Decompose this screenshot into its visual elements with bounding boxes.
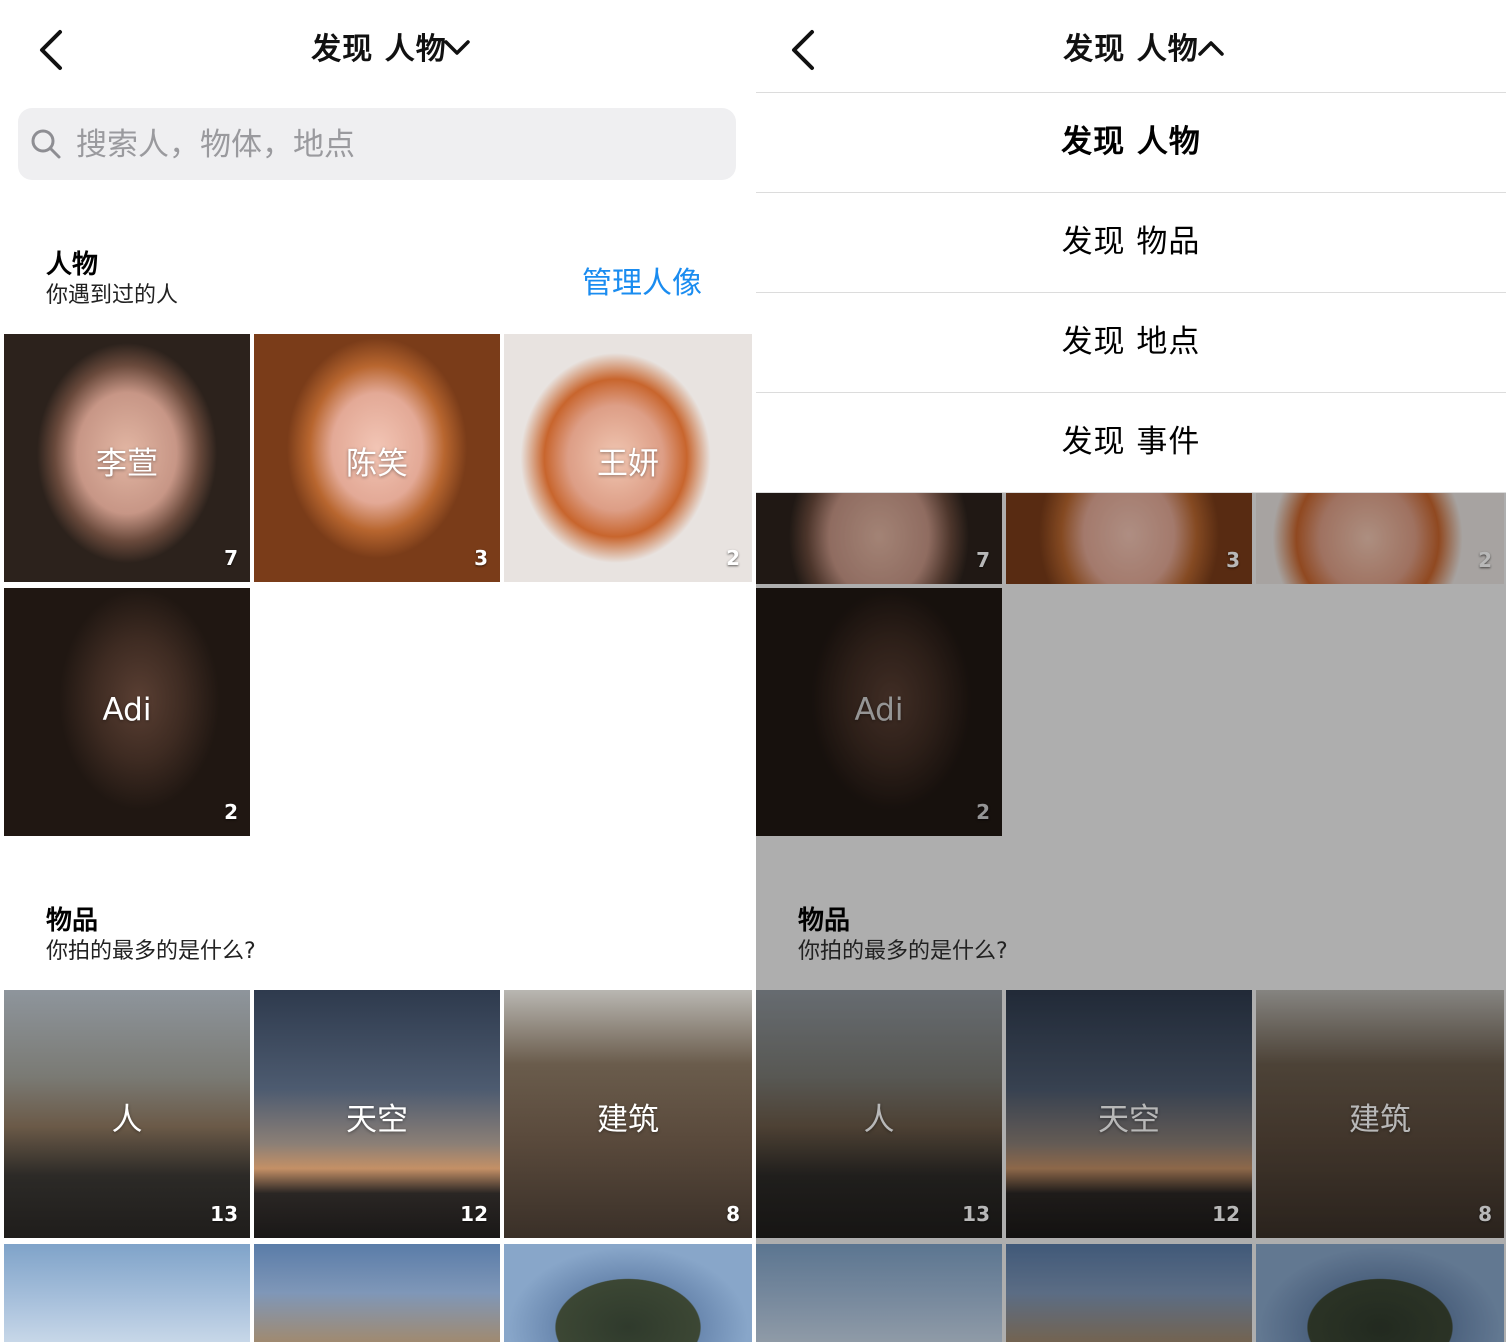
menu-item-people[interactable]: 发现 人物 (756, 93, 1506, 193)
thing-tile[interactable]: 建筑 8 (504, 990, 752, 1238)
back-arrow-icon[interactable] (34, 28, 68, 72)
photo-count: 13 (210, 1202, 238, 1226)
things-section-title: 物品 (798, 906, 851, 936)
person-tile: 7 (756, 492, 1002, 584)
thing-tile: 建筑 8 (1256, 990, 1504, 1238)
thing-tile[interactable] (4, 1244, 250, 1342)
thing-name: 人 (863, 1102, 895, 1138)
person-tile[interactable]: 李萱 7 (4, 334, 250, 582)
nav-bar: 发现 人物 (756, 0, 1506, 92)
thing-tile[interactable]: 天空 12 (254, 990, 500, 1238)
thing-tile[interactable] (254, 1244, 500, 1342)
menu-item-places[interactable]: 发现 地点 (756, 293, 1506, 393)
things-section-subtitle: 你拍的最多的是什么? (798, 939, 1008, 964)
thing-tile: 人 13 (756, 990, 1002, 1238)
photo-count: 2 (224, 800, 238, 824)
people-section-subtitle: 你遇到过的人 (46, 283, 179, 308)
thing-name: 天空 (346, 1102, 408, 1138)
chevron-up-icon[interactable] (1196, 36, 1226, 60)
photo-count: 3 (474, 546, 488, 570)
manage-portraits-link[interactable]: 管理人像 (582, 258, 702, 302)
menu-item-events[interactable]: 发现 事件 (756, 393, 1506, 493)
person-tile: 3 (1006, 492, 1252, 584)
person-tile[interactable]: 王妍 2 (504, 334, 752, 582)
nav-bar: 发现 人物 (4, 0, 754, 92)
photo-count: 7 (976, 548, 990, 572)
photo-count: 12 (460, 1202, 488, 1226)
things-section-title: 物品 (46, 906, 99, 936)
menu-item-things[interactable]: 发现 物品 (756, 193, 1506, 293)
person-tile: 2 (1256, 492, 1504, 584)
back-arrow-icon[interactable] (786, 28, 820, 72)
search-input[interactable] (74, 118, 718, 172)
person-name: 陈笑 (346, 446, 408, 482)
person-tile: Adi 2 (756, 588, 1002, 836)
search-icon (31, 129, 61, 159)
thing-name: 人 (111, 1102, 143, 1138)
person-tile[interactable]: 陈笑 3 (254, 334, 500, 582)
person-name: 李萱 (96, 446, 158, 482)
photo-count: 2 (976, 800, 990, 824)
photo-count: 8 (726, 1202, 740, 1226)
person-name: 王妍 (597, 446, 659, 482)
thing-tile: 天空 12 (1006, 990, 1252, 1238)
thing-tile (1006, 1244, 1252, 1342)
thing-tile[interactable]: 人 13 (4, 990, 250, 1238)
photo-count: 2 (1478, 548, 1492, 572)
thing-name: 天空 (1098, 1102, 1160, 1138)
left-screen: 发现 人物 人物 你遇到过的人 管理人像 李萱 7 陈笑 3 王妍 2 Adi … (4, 0, 754, 1342)
right-screen: 发现 人物 发现 人物 发现 物品 发现 地点 发现 事件 7 3 2 Adi … (756, 0, 1506, 1342)
photo-count: 3 (1226, 548, 1240, 572)
photo-count: 2 (726, 546, 740, 570)
person-name: Adi (102, 692, 152, 728)
search-bar[interactable] (18, 108, 736, 180)
people-section-title: 人物 (46, 250, 99, 280)
photo-count: 12 (1212, 1202, 1240, 1226)
photo-count: 7 (224, 546, 238, 570)
thing-name: 建筑 (597, 1102, 659, 1138)
thing-tile[interactable] (504, 1244, 752, 1342)
person-name: Adi (854, 692, 904, 728)
person-tile[interactable]: Adi 2 (4, 588, 250, 836)
thing-tile (756, 1244, 1002, 1342)
things-section-subtitle: 你拍的最多的是什么? (46, 939, 256, 964)
discover-dropdown-menu: 发现 人物 发现 物品 发现 地点 发现 事件 (756, 93, 1506, 493)
thing-tile (1256, 1244, 1504, 1342)
photo-count: 8 (1478, 1202, 1492, 1226)
photo-count: 13 (962, 1202, 990, 1226)
thing-name: 建筑 (1349, 1102, 1411, 1138)
chevron-down-icon[interactable] (442, 36, 472, 60)
